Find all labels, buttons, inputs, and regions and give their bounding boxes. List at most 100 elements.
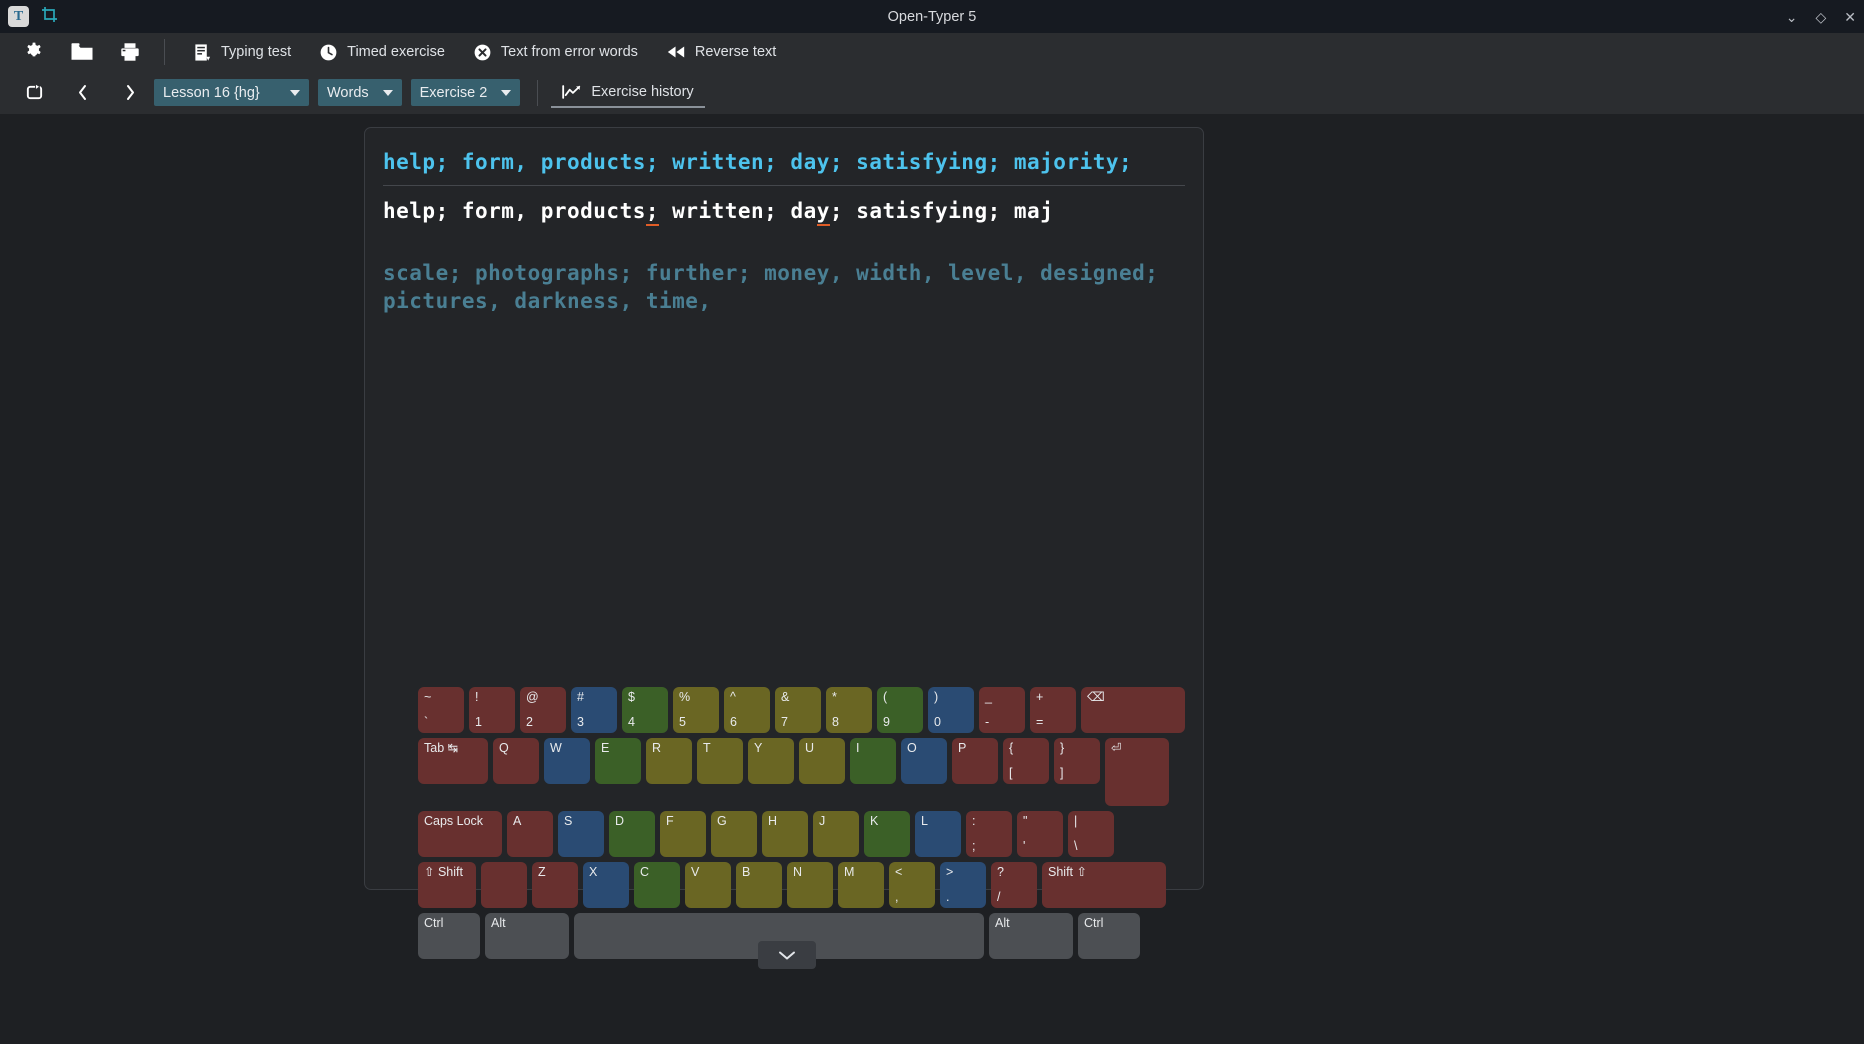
key-b[interactable]: B (736, 862, 782, 908)
key-y[interactable]: Y (748, 738, 794, 784)
key-r[interactable]: R (646, 738, 692, 784)
key-label: Y (754, 741, 763, 755)
typing-test-button[interactable]: Typing test (179, 35, 305, 69)
exercise-history-button[interactable]: Exercise history (551, 77, 705, 108)
key-blank[interactable]: ⌫ (1081, 687, 1185, 733)
key-alt[interactable]: Alt (485, 913, 569, 959)
key-label: ⌫ (1087, 690, 1105, 704)
next-exercise-button[interactable] (106, 78, 154, 108)
key-m[interactable]: M (838, 862, 884, 908)
sublesson-select-value: Words (327, 84, 369, 101)
chevron-down-icon (382, 89, 393, 96)
key-label: D (615, 814, 625, 828)
key-blank[interactable]: <, (889, 862, 935, 908)
key-label: Ctrl (1084, 916, 1104, 930)
key-blank[interactable] (481, 862, 527, 908)
key-4[interactable]: $4 (622, 687, 668, 733)
key-label: K (870, 814, 879, 828)
repeat-icon[interactable] (10, 78, 58, 108)
key-v[interactable]: V (685, 862, 731, 908)
key-upper-label: $ (628, 690, 635, 704)
settings-icon[interactable] (10, 35, 58, 69)
key-tab[interactable]: Tab ↹ (418, 738, 488, 784)
key-o[interactable]: O (901, 738, 947, 784)
key-blank[interactable]: >. (940, 862, 986, 908)
maximize-button[interactable]: ◇ (1815, 10, 1826, 24)
key-label: Alt (491, 916, 506, 930)
key-z[interactable]: Z (532, 862, 578, 908)
key-5[interactable]: % 5 (673, 687, 719, 733)
text-from-error-words-button[interactable]: Text from error words (459, 35, 652, 69)
keyboard-toggle-button[interactable] (758, 941, 816, 969)
key-blank[interactable]: " ' (1017, 811, 1063, 857)
lesson-select[interactable]: Lesson 16 {hg} (154, 79, 309, 106)
key-upper-label: ^ (730, 690, 736, 704)
key-blank[interactable]: ⏎ (1105, 738, 1169, 806)
key-caps-lock[interactable]: Caps Lock (418, 811, 502, 857)
key-t[interactable]: T (697, 738, 743, 784)
exercise-select[interactable]: Exercise 2 (410, 79, 521, 106)
typed-error-char: ; (645, 199, 660, 226)
key-blank[interactable]: | \ (1068, 811, 1114, 857)
key-0[interactable]: ) 0 (928, 687, 974, 733)
open-folder-icon[interactable] (58, 35, 106, 69)
key-x[interactable]: X (583, 862, 629, 908)
key-1[interactable]: ! 1 (469, 687, 515, 733)
key-7[interactable]: & 7 (775, 687, 821, 733)
sublesson-select[interactable]: Words (318, 79, 402, 106)
key-shift[interactable]: ⇧ Shift (418, 862, 476, 908)
crop-icon[interactable] (41, 6, 59, 27)
key-blank[interactable]: }] (1054, 738, 1100, 784)
document-lines-icon (193, 43, 212, 62)
minimize-button[interactable]: ⌄ (1786, 10, 1798, 24)
app-icon: T (8, 6, 29, 27)
key-label: N (793, 865, 803, 879)
key-a[interactable]: A (507, 811, 553, 857)
key-f[interactable]: F (660, 811, 706, 857)
key-label: R (652, 741, 662, 755)
key-blank[interactable]: ? / (991, 862, 1037, 908)
key-d[interactable]: D (609, 811, 655, 857)
key-blank[interactable]: {[ (1003, 738, 1049, 784)
upcoming-line-2: pictures, darkness, time, (383, 289, 712, 313)
key-l[interactable]: L (915, 811, 961, 857)
key-g[interactable]: G (711, 811, 757, 857)
key-blank[interactable]: ~ ` (418, 687, 464, 733)
key-blank[interactable]: :; (966, 811, 1012, 857)
key-shift[interactable]: Shift ⇧ (1042, 862, 1166, 908)
key-ctrl[interactable]: Ctrl (418, 913, 480, 959)
key-e[interactable]: E (595, 738, 641, 784)
key-6[interactable]: ^ 6 (724, 687, 770, 733)
key-q[interactable]: Q (493, 738, 539, 784)
key-c[interactable]: C (634, 862, 680, 908)
key-label: Shift ⇧ (1048, 865, 1087, 879)
key-p[interactable]: P (952, 738, 998, 784)
close-button[interactable]: ✕ (1844, 10, 1856, 24)
key-lower-label: . (946, 889, 950, 904)
key-2[interactable]: @2 (520, 687, 566, 733)
print-icon[interactable] (106, 35, 154, 69)
key-n[interactable]: N (787, 862, 833, 908)
key-i[interactable]: I (850, 738, 896, 784)
previous-exercise-button[interactable] (58, 78, 106, 108)
key-u[interactable]: U (799, 738, 845, 784)
key-w[interactable]: W (544, 738, 590, 784)
key-label: U (805, 741, 815, 755)
key-blank[interactable]: _ - (979, 687, 1025, 733)
key-j[interactable]: J (813, 811, 859, 857)
key-9[interactable]: (9 (877, 687, 923, 733)
reverse-text-button[interactable]: Reverse text (652, 35, 790, 69)
window-controls: ⌄ ◇ ✕ (1786, 10, 1856, 24)
key-alt[interactable]: Alt (989, 913, 1073, 959)
timed-exercise-button[interactable]: Timed exercise (305, 35, 459, 69)
key-8[interactable]: * 8 (826, 687, 872, 733)
key-blank[interactable]: + = (1030, 687, 1076, 733)
key-3[interactable]: #3 (571, 687, 617, 733)
exercise-history-label: Exercise history (591, 83, 694, 100)
key-k[interactable]: K (864, 811, 910, 857)
key-h[interactable]: H (762, 811, 808, 857)
key-ctrl[interactable]: Ctrl (1078, 913, 1140, 959)
key-s[interactable]: S (558, 811, 604, 857)
text-from-error-words-label: Text from error words (500, 44, 638, 60)
main-toolbar: Typing test Timed exercise Text from err… (0, 33, 1864, 71)
